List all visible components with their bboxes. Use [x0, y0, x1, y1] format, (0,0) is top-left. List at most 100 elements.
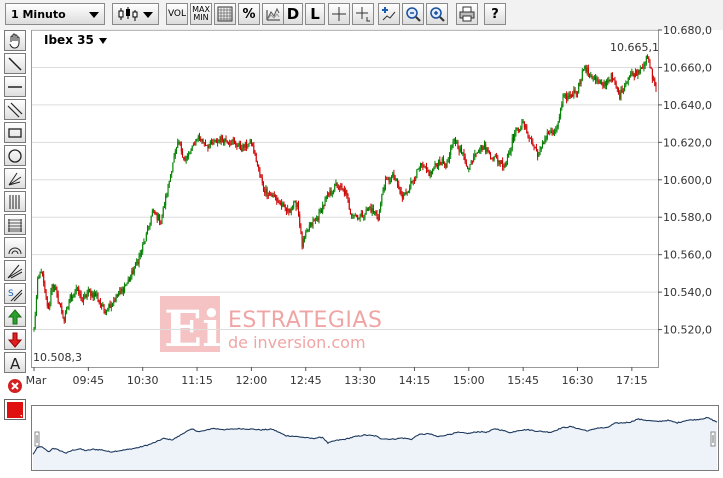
candle-body — [107, 309, 109, 311]
candle-body — [522, 121, 524, 123]
candle-body — [109, 304, 111, 308]
candle-body — [76, 287, 78, 289]
candle-body — [498, 161, 500, 163]
candle-body — [285, 208, 287, 212]
candle-body — [272, 195, 274, 197]
candle-body — [118, 294, 120, 297]
candle-body — [473, 156, 475, 162]
candle-body — [78, 287, 80, 294]
candle-body — [649, 59, 651, 68]
candle-body — [610, 73, 612, 82]
candle-body — [461, 148, 463, 154]
last-price-label: 10.665,1 — [610, 41, 659, 54]
candle-body — [603, 82, 605, 87]
x-tick-label: 12:00 — [236, 374, 268, 387]
candle-body — [124, 286, 126, 292]
candle-body — [585, 65, 587, 73]
candle-body — [110, 304, 112, 308]
candle-body — [176, 147, 178, 152]
candle-body — [151, 210, 153, 216]
candle-body — [441, 158, 443, 165]
candle-body — [643, 65, 645, 68]
candle-body — [364, 214, 366, 218]
candle-body — [184, 159, 186, 161]
candle-body — [383, 186, 385, 191]
candle-body — [410, 180, 412, 189]
candle-body — [147, 227, 149, 234]
candle-body — [645, 56, 647, 63]
candle-body — [546, 132, 548, 139]
candle-body — [483, 144, 485, 147]
candle-body — [576, 92, 578, 95]
candle-body — [316, 218, 318, 219]
candle-body — [223, 140, 225, 144]
candle-body — [632, 72, 634, 74]
candle-body — [90, 291, 92, 297]
candle-body — [458, 149, 460, 152]
candle-body — [122, 288, 124, 292]
candle-body — [253, 145, 255, 153]
candle-body — [422, 165, 424, 167]
candle-body — [618, 88, 620, 93]
candle-body — [405, 192, 407, 194]
candle-body — [198, 136, 200, 140]
candle-body — [552, 133, 554, 134]
candle-body — [627, 77, 629, 83]
candle-body — [502, 160, 504, 167]
x-tick-label: 15:45 — [507, 374, 539, 387]
candle-body — [89, 289, 91, 292]
candle-body — [276, 197, 278, 201]
y-axis: 10.680,0 10.660,0 10.640,0 10.620,0 10.600,0… — [658, 24, 712, 337]
candle-body — [628, 76, 630, 78]
candle-body — [510, 148, 512, 153]
candle-body — [654, 78, 656, 86]
candle-body — [236, 145, 238, 147]
candle-body — [283, 203, 285, 205]
candle-body — [647, 56, 649, 58]
candle-body — [359, 216, 361, 218]
candle-body — [254, 152, 256, 154]
candle-body — [538, 154, 540, 157]
candle-body — [573, 90, 575, 97]
candle-body — [79, 293, 81, 295]
candle-body — [557, 122, 559, 128]
navigator-panel[interactable] — [31, 405, 719, 471]
candle-body — [220, 135, 222, 143]
candle-body — [313, 220, 315, 222]
candle-body — [467, 165, 469, 170]
candle-body — [397, 178, 399, 185]
candle-body — [651, 68, 653, 80]
candle-body — [417, 168, 419, 170]
candle-body — [41, 272, 43, 275]
candle-body — [121, 288, 123, 292]
candle-body — [60, 303, 62, 307]
navigator-left-handle[interactable] — [34, 431, 40, 447]
candle-body — [130, 277, 132, 281]
chevron-down-icon[interactable] — [99, 38, 107, 44]
candle-body — [370, 207, 372, 213]
candle-body — [38, 277, 40, 280]
candle-body — [574, 90, 576, 94]
candle-body — [139, 253, 141, 257]
candle-body — [625, 83, 627, 86]
candle-body — [388, 178, 390, 182]
navigator-right-handle[interactable] — [710, 431, 716, 447]
candle-body — [358, 217, 360, 220]
candle-body — [508, 153, 510, 158]
candle-body — [271, 195, 273, 197]
color-picker-button[interactable] — [4, 399, 26, 420]
candle-body — [209, 141, 211, 146]
candle-body — [384, 178, 386, 187]
candle-body — [281, 203, 283, 207]
candle-body — [406, 191, 408, 194]
candle-body — [120, 290, 122, 292]
candle-body — [62, 312, 64, 318]
candle-body — [96, 294, 98, 297]
instrument-selector[interactable]: Ibex 35 — [44, 33, 94, 47]
candle-body — [601, 81, 603, 85]
candle-body — [67, 307, 69, 309]
candle-body — [465, 162, 467, 166]
candle-body — [395, 178, 397, 180]
candle-body — [369, 207, 371, 209]
candle-body — [242, 144, 244, 151]
